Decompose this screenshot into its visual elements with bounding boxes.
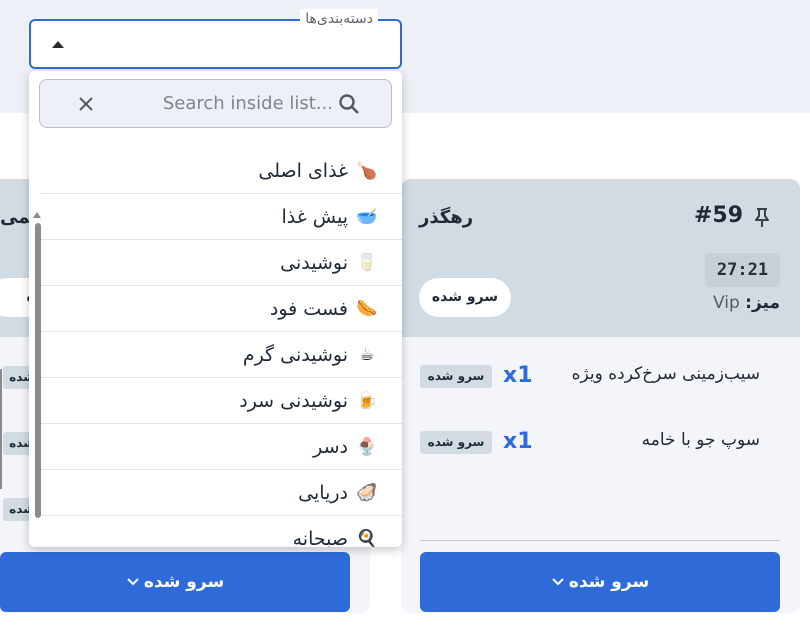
category-item[interactable]: نوشیدنی سرد 🍺 <box>41 378 402 424</box>
order-card-header: رهگذر #59 27:21 میز: Vip سرو شده <box>401 179 800 337</box>
divider <box>420 540 780 541</box>
scrollbar[interactable] <box>31 141 41 547</box>
glass-icon: 🥛 <box>356 252 378 273</box>
order-card: رهگذر #59 27:21 میز: Vip سرو شده سرو شده… <box>401 179 800 613</box>
beer-mug-icon: 🍺 <box>356 390 378 411</box>
category-item[interactable]: دسر 🍨 <box>41 424 402 470</box>
category-item[interactable]: دریایی 🦪 <box>41 470 402 516</box>
frying-pan-icon: 🍳 <box>356 528 378 548</box>
category-select[interactable]: دسته‌بندی‌ها <box>29 9 402 69</box>
category-item[interactable]: صبحانه 🍳 <box>41 516 402 548</box>
category-dropdown: Search inside list... غذای اصلی 🍗 پیش غذا… <box>29 71 402 547</box>
oyster-icon: 🦪 <box>356 482 378 503</box>
caret-up-icon[interactable] <box>52 41 64 48</box>
dessert-icon: 🍨 <box>356 436 378 457</box>
category-label: غذای اصلی <box>258 159 348 182</box>
category-item[interactable]: پیش غذا 🥣 <box>41 194 402 240</box>
search-input[interactable]: Search inside list... <box>163 92 333 116</box>
category-item[interactable]: فست فود 🌭 <box>41 286 402 332</box>
category-label: نوشیدنی گرم <box>242 343 348 366</box>
pin-icon[interactable] <box>750 205 774 229</box>
item-quantity: x1 <box>503 429 533 454</box>
order-timer: 27:21 <box>705 253 780 287</box>
item-name: سیب‌زمینی سرخ‌کرده ویژه <box>571 364 760 384</box>
waiter-name: رهگذر <box>419 207 474 228</box>
search-field[interactable]: Search inside list... <box>39 79 392 128</box>
category-label: پیش غذا <box>281 205 348 228</box>
divider <box>0 369 2 489</box>
category-item[interactable]: نوشیدنی 🥛 <box>41 240 402 286</box>
serve-order-button-label: سرو شده <box>568 572 650 592</box>
category-label: دریایی <box>298 481 348 504</box>
close-icon[interactable] <box>76 94 96 114</box>
serve-order-button[interactable]: سرو شده <box>420 552 780 612</box>
category-label: نوشیدنی سرد <box>239 389 348 412</box>
table-label: میز: <box>745 293 780 313</box>
category-label: فست فود <box>269 297 348 320</box>
serve-order-button-label: سرو شده <box>143 572 225 592</box>
category-item[interactable]: غذای اصلی 🍗 <box>41 148 402 194</box>
category-label: صبحانه <box>292 527 348 548</box>
item-quantity: x1 <box>503 363 533 388</box>
search-icon <box>339 94 359 114</box>
category-item[interactable]: نوشیدنی گرم ☕ <box>41 332 402 378</box>
order-item: سرو شده x1 سوپ جو با خامه <box>420 427 780 457</box>
item-status-badge[interactable]: سرو شده <box>420 431 492 454</box>
chevron-down-icon <box>552 578 564 586</box>
chevron-down-icon <box>127 578 139 586</box>
category-list: غذای اصلی 🍗 پیش غذا 🥣 نوشیدنی 🥛 فست فود 🌭 نو… <box>41 148 402 547</box>
item-status-badge[interactable]: سرو شده <box>420 365 492 388</box>
order-status-badge[interactable]: سرو شده <box>419 278 511 317</box>
category-label: دسر <box>313 435 348 458</box>
category-label: نوشیدنی <box>280 251 348 274</box>
serve-order-button[interactable]: سرو شده <box>0 552 350 612</box>
drumstick-icon: 🍗 <box>356 160 378 181</box>
hotdog-icon: 🌭 <box>356 298 378 319</box>
soup-bowl-icon: 🥣 <box>356 206 378 227</box>
table-value: Vip <box>712 293 740 313</box>
item-name: سوپ جو با خامه <box>641 430 760 450</box>
hot-drink-icon: ☕ <box>359 344 375 365</box>
order-item: سرو شده x1 سیب‌زمینی سرخ‌کرده ویژه <box>420 361 780 391</box>
table-info: میز: Vip <box>713 291 780 315</box>
order-number: #59 <box>694 203 744 228</box>
scroll-up-icon[interactable] <box>33 212 41 218</box>
category-select-label: دسته‌بندی‌ها <box>300 9 378 29</box>
